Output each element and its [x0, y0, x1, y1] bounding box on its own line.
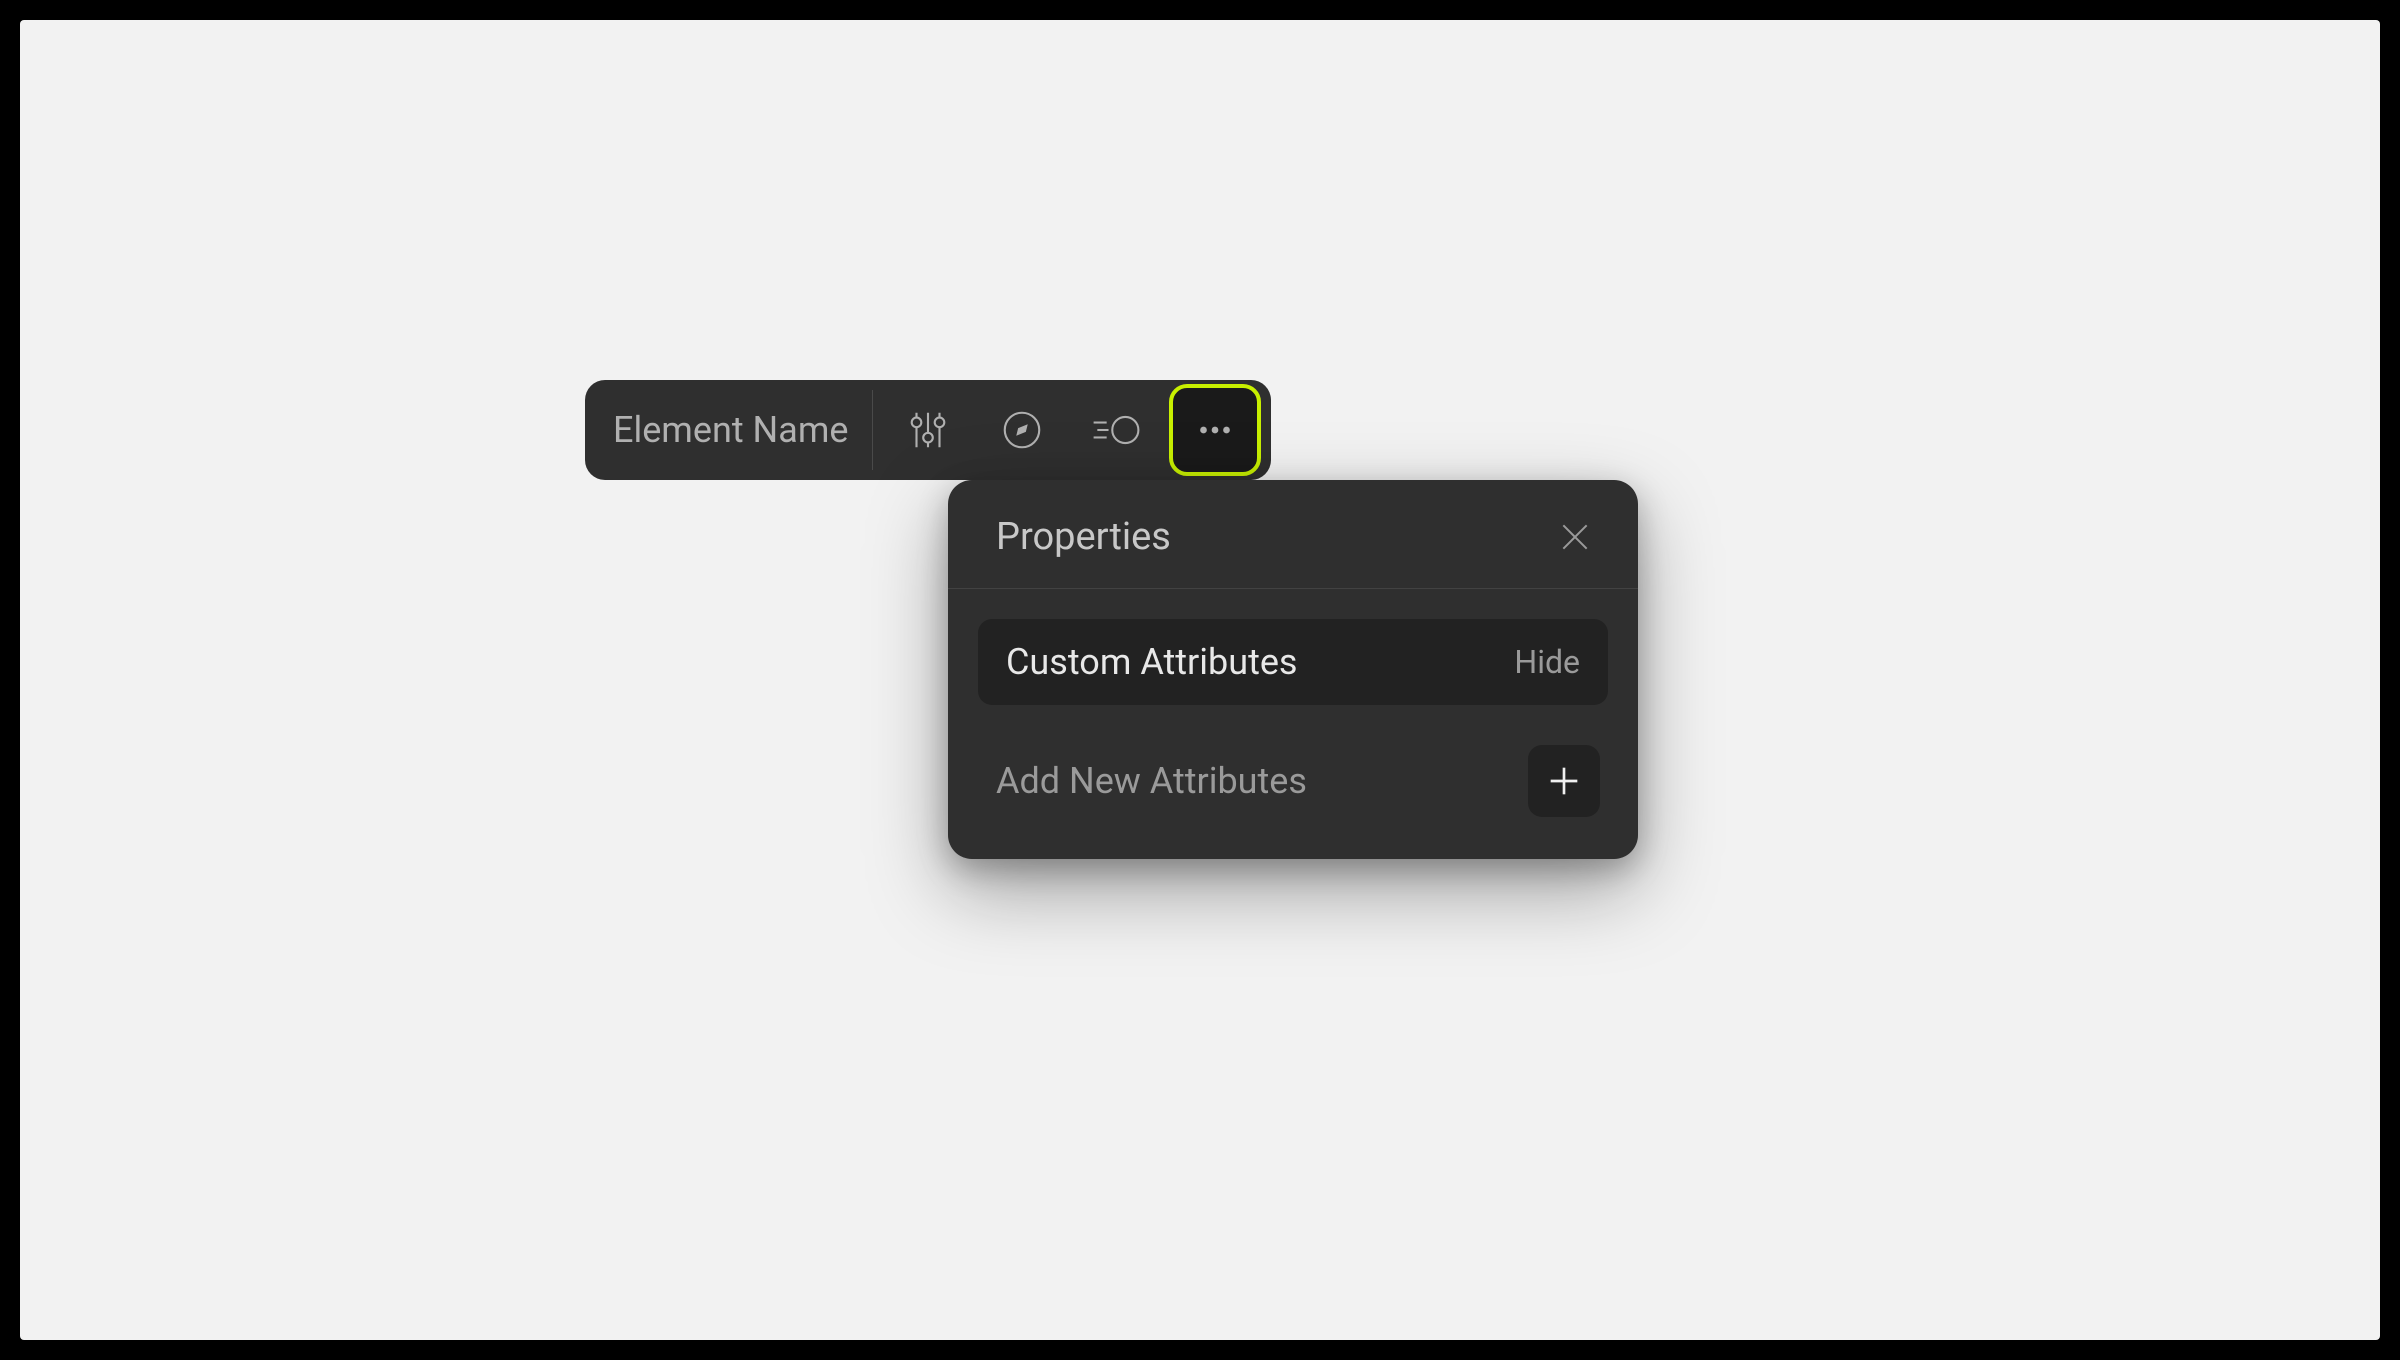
more-button[interactable]	[1169, 384, 1261, 476]
toolbar-divider	[872, 390, 873, 470]
compass-button[interactable]	[977, 390, 1067, 470]
plus-icon	[1544, 761, 1584, 801]
custom-attributes-row: Custom Attributes Hide	[978, 619, 1608, 705]
add-attributes-label: Add New Attributes	[996, 760, 1307, 802]
popover-body: Custom Attributes Hide Add New Attribute…	[948, 589, 1638, 859]
compass-icon	[999, 407, 1045, 453]
more-icon	[1192, 407, 1238, 453]
add-attribute-button[interactable]	[1528, 745, 1600, 817]
motion-button[interactable]	[1071, 390, 1161, 470]
motion-icon	[1088, 407, 1144, 453]
popover-header: Properties	[948, 480, 1638, 589]
popover-title: Properties	[996, 515, 1171, 559]
close-icon	[1555, 517, 1595, 557]
close-button[interactable]	[1548, 510, 1602, 564]
sliders-icon	[905, 407, 951, 453]
custom-attributes-label: Custom Attributes	[1006, 641, 1298, 683]
properties-popover: Properties Custom Attributes Hide Add Ne…	[948, 480, 1638, 859]
element-name-label[interactable]: Element Name	[613, 409, 872, 451]
hide-toggle[interactable]: Hide	[1514, 643, 1580, 681]
sliders-button[interactable]	[883, 390, 973, 470]
add-attributes-row: Add New Attributes	[978, 705, 1608, 817]
canvas-frame: Element Name	[20, 20, 2380, 1340]
element-toolbar: Element Name	[585, 380, 1271, 480]
